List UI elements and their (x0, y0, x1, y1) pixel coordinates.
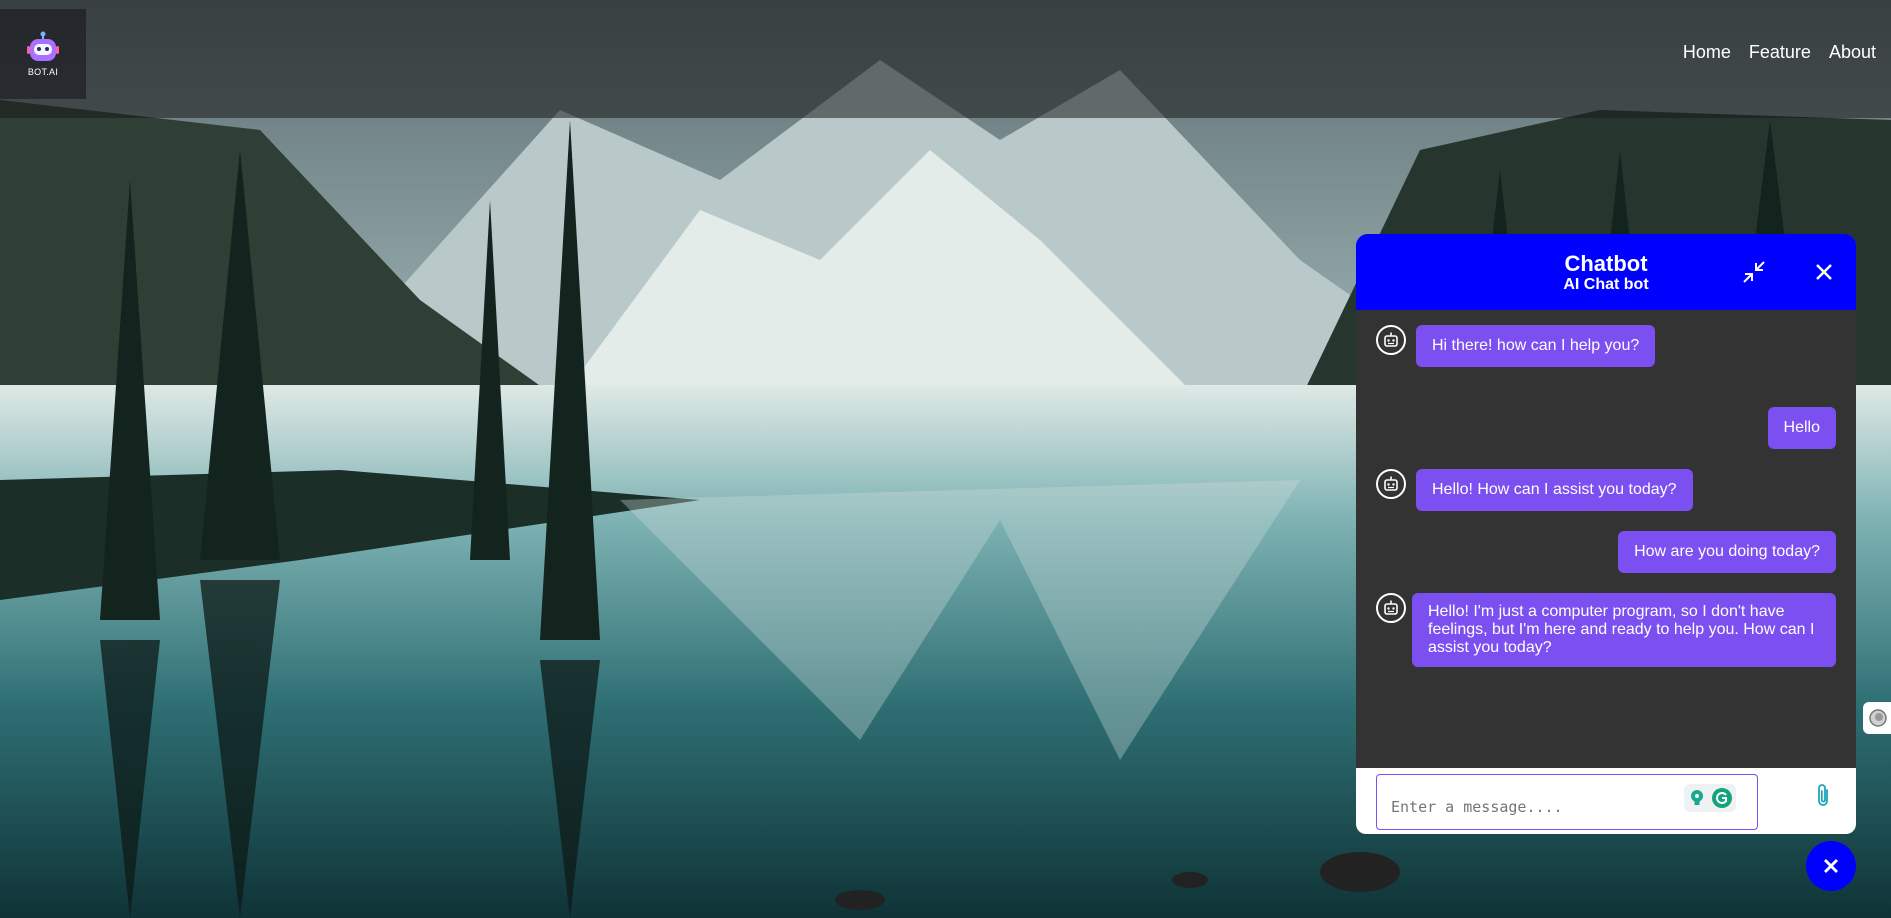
bot-message: Hello! How can I assist you today? (1416, 469, 1693, 511)
robot-avatar-icon (1376, 593, 1406, 623)
user-message: How are you doing today? (1618, 531, 1836, 573)
chat-messages: Hi there! how can I help you? Hello Hell… (1356, 310, 1856, 768)
chat-toggle-button[interactable] (1806, 841, 1856, 891)
circle-icon (1869, 709, 1887, 727)
chatbot-window: Chatbot AI Chat bot Hi there! how can I … (1356, 234, 1856, 834)
robot-avatar-icon (1376, 469, 1406, 499)
grammarly-widget[interactable] (1684, 784, 1736, 812)
close-icon (1824, 859, 1838, 873)
nav-item-home[interactable]: Home (1683, 42, 1731, 63)
bot-message: Hi there! how can I help you? (1416, 325, 1656, 367)
paperclip-icon[interactable] (1812, 782, 1834, 808)
user-message: Hello (1767, 407, 1836, 449)
chat-input-area (1356, 768, 1856, 834)
minimize-arrows-icon[interactable] (1742, 260, 1766, 284)
top-navbar: BOT.AI Home Feature About (0, 0, 1891, 118)
close-icon[interactable] (1812, 260, 1836, 284)
lightbulb-icon (1691, 790, 1703, 805)
nav-item-about[interactable]: About (1829, 42, 1876, 63)
robot-avatar-icon (1376, 325, 1406, 355)
chatbot-subtitle: AI Chat bot (1563, 276, 1649, 293)
brand-logo-text: BOT.AI (27, 67, 59, 77)
nav-links: Home Feature About (1683, 42, 1876, 63)
brand-logo[interactable]: BOT.AI (0, 9, 86, 99)
chatbot-header: Chatbot AI Chat bot (1356, 234, 1856, 310)
grammarly-icon (1712, 788, 1732, 808)
bot-message: Hello! I'm just a computer program, so I… (1412, 593, 1836, 667)
robot-logo-icon (27, 31, 59, 61)
chatbot-title: Chatbot (1564, 251, 1648, 276)
side-extension-tab[interactable] (1863, 702, 1891, 734)
nav-item-feature[interactable]: Feature (1749, 42, 1811, 63)
